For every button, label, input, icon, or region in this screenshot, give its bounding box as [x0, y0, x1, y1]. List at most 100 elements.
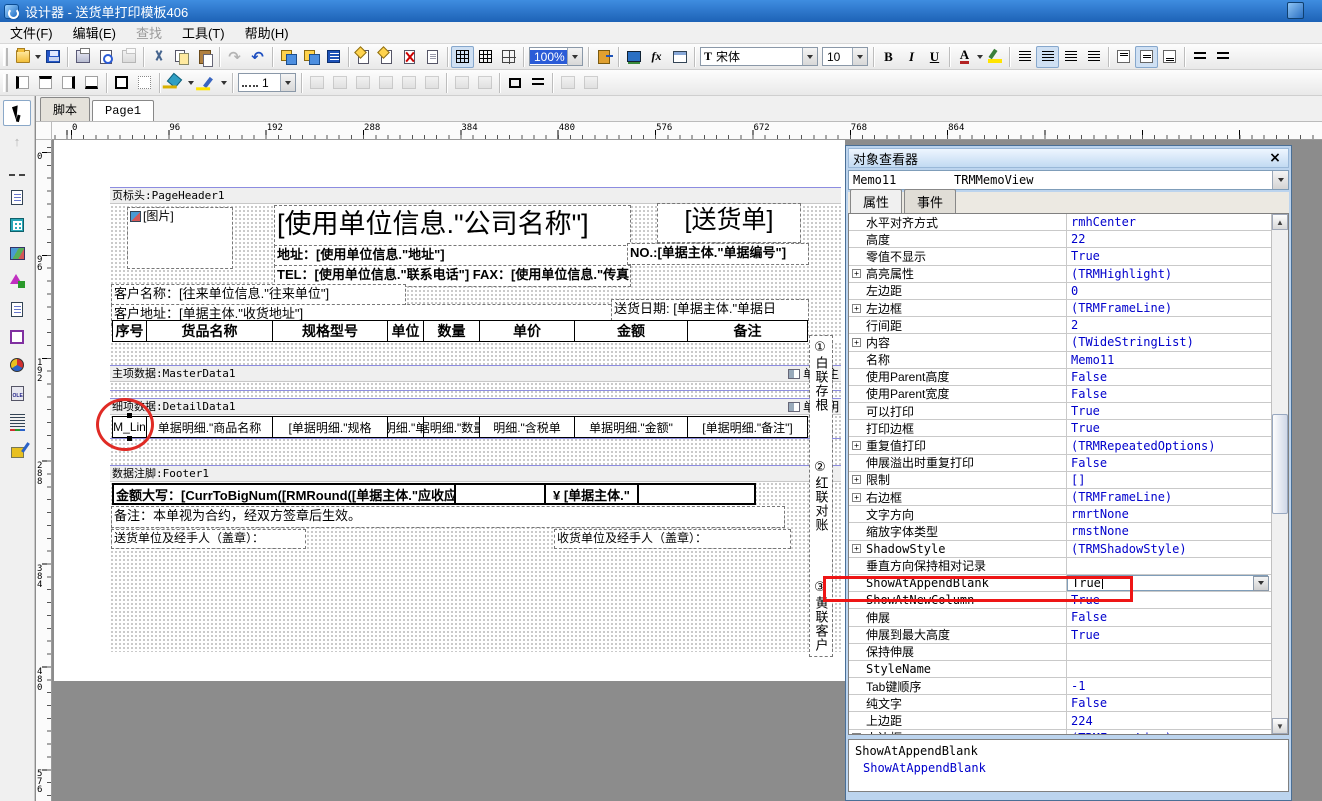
menu-item-文件F[interactable]: 文件(F) — [0, 21, 63, 44]
fill-color-icon[interactable] — [163, 72, 186, 94]
property-value[interactable]: True — [1067, 420, 1288, 436]
customer-name-memo[interactable]: 客户名称：[往来单位信息."往来单位"] — [112, 285, 405, 305]
scroll-down-icon[interactable]: ▼ — [1272, 718, 1288, 734]
chevron-down-icon[interactable] — [802, 48, 817, 65]
amount-cell[interactable] — [639, 483, 756, 505]
line-spacing-a-icon[interactable] — [1188, 46, 1211, 68]
property-value[interactable]: rmstNone — [1067, 523, 1288, 539]
property-value[interactable]: (TRMFrameLine) — [1067, 300, 1288, 316]
property-value[interactable]: -1 — [1067, 678, 1288, 694]
snap-to-grid-icon[interactable] — [474, 46, 497, 68]
dropdown-arrow-icon[interactable] — [221, 81, 227, 85]
property-row-ShadowStyle[interactable]: +ShadowStyle(TRMShadowStyle) — [849, 541, 1288, 558]
band-detaildata[interactable]: 细项数据:DetailData1 单据明 — [110, 398, 841, 415]
tab-脚本[interactable]: 脚本 — [40, 97, 90, 121]
amount-cell[interactable]: ¥ [单据主体." — [546, 483, 639, 505]
expand-icon[interactable]: + — [852, 733, 861, 735]
doc-no-memo[interactable]: NO.:[单据主体."单据编号"] — [628, 244, 808, 264]
send-to-back-icon[interactable] — [299, 46, 322, 68]
property-row-伸展溢出时重复打印[interactable]: 伸展溢出时重复打印False — [849, 455, 1288, 472]
chevron-down-icon[interactable] — [567, 48, 582, 65]
property-row-右边框[interactable]: +右边框(TRMFrameLine) — [849, 489, 1288, 506]
highlight-color-icon[interactable] — [983, 46, 1006, 68]
align-justify-icon[interactable] — [1082, 46, 1105, 68]
property-row-垂直方向保持相对记录[interactable]: 垂直方向保持相对记录 — [849, 558, 1288, 575]
amount-cell[interactable]: 金额大写：[CurrToBigNum([RMRound([单据主体."应收应付 — [112, 483, 456, 505]
show-grid-icon[interactable] — [451, 46, 474, 68]
frame-right-icon[interactable] — [57, 72, 80, 94]
image-placeholder[interactable]: [图片] — [128, 208, 232, 268]
underline-icon[interactable]: U — [923, 46, 946, 68]
valign-top-icon[interactable] — [1112, 46, 1135, 68]
draw-3d-icon[interactable] — [3, 436, 31, 462]
line-width-select[interactable]: 1 — [238, 73, 296, 92]
detail-cell[interactable]: 明细."含税单 — [480, 416, 575, 438]
frame-bottom-icon[interactable] — [80, 72, 103, 94]
property-row-打印边框[interactable]: 打印边框True — [849, 420, 1288, 437]
property-row-高亮属性[interactable]: +高亮属性(TRMHighlight) — [849, 266, 1288, 283]
amount-cell[interactable] — [456, 483, 546, 505]
design-page[interactable]: 页标头:PageHeader1 主项数据:MasterData1 单据主 细项数… — [54, 140, 845, 681]
form-editor-icon[interactable] — [668, 46, 691, 68]
detail-cell[interactable]: [单据明细."备注"] — [688, 416, 808, 438]
font-size-select[interactable]: 10 — [822, 47, 868, 66]
new-page-icon[interactable] — [375, 46, 398, 68]
table-header-cell[interactable]: 单位 — [388, 320, 424, 342]
print-preview-icon[interactable] — [94, 46, 117, 68]
remark-memo[interactable]: 备注：本单视为合约，经双方签章后生效。 — [112, 507, 784, 527]
memo-block-icon[interactable] — [3, 296, 31, 322]
property-value[interactable]: 22 — [1067, 231, 1288, 247]
property-row-零值不显示[interactable]: 零值不显示True — [849, 248, 1288, 265]
expand-icon[interactable]: + — [852, 441, 861, 450]
toolbar-grip[interactable] — [3, 74, 8, 92]
toolbar-grip[interactable] — [3, 48, 8, 66]
copy-strip-memo[interactable]: ①白联存根②红联对账③黄联客户 — [810, 336, 832, 656]
property-row-保持伸展[interactable]: 保持伸展 — [849, 644, 1288, 661]
color-lines-icon[interactable] — [3, 408, 31, 434]
align-left-icon[interactable] — [1013, 46, 1036, 68]
table-header-cell[interactable]: 数量 — [424, 320, 480, 342]
undo-icon[interactable]: ↶ — [246, 46, 269, 68]
menu-item-帮助H[interactable]: 帮助(H) — [235, 21, 299, 44]
property-row-上边框[interactable]: +上边框(TRMFrameLine) — [849, 730, 1288, 735]
valign-middle-icon[interactable] — [1135, 46, 1158, 68]
open-icon[interactable] — [11, 46, 34, 68]
property-value[interactable]: False — [1067, 369, 1288, 385]
help-property-link[interactable]: ShowAtAppendBlank — [863, 761, 1282, 775]
property-value[interactable]: (TWideStringList) — [1067, 334, 1288, 350]
scrollbar[interactable]: ▲ ▼ — [1271, 214, 1288, 734]
property-row-伸展[interactable]: 伸展False — [849, 609, 1288, 626]
property-value[interactable]: (TRMRepeatedOptions) — [1067, 437, 1288, 453]
detail-cell[interactable]: 据明细."数量 — [424, 416, 480, 438]
chevron-down-icon[interactable] — [852, 48, 867, 65]
chevron-down-icon[interactable] — [1272, 171, 1288, 189]
property-row-纯文字[interactable]: 纯文字False — [849, 695, 1288, 712]
detail-cell[interactable]: 单据明细."金额" — [575, 416, 688, 438]
address-memo[interactable]: 地址：[使用单位信息."地址"] — [275, 246, 630, 266]
bold-icon[interactable]: B — [877, 46, 900, 68]
property-row-内容[interactable]: +内容(TWideStringList) — [849, 334, 1288, 351]
shapes-icon[interactable] — [3, 268, 31, 294]
property-row-上边距[interactable]: 上边距224 — [849, 712, 1288, 729]
memo-text-icon[interactable] — [3, 184, 31, 210]
table-header-cell[interactable]: 序号 — [112, 320, 147, 342]
doc-title-memo[interactable]: [送货单] — [658, 204, 800, 242]
chart-pie-icon[interactable] — [3, 352, 31, 378]
property-row-左边距[interactable]: 左边距0 — [849, 283, 1288, 300]
property-row-伸展到最大高度[interactable]: 伸展到最大高度True — [849, 627, 1288, 644]
property-value[interactable]: (TRMHighlight) — [1067, 266, 1288, 282]
dropdown-arrow-icon[interactable] — [188, 81, 194, 85]
picture-icon[interactable] — [3, 240, 31, 266]
expand-icon[interactable]: + — [852, 304, 861, 313]
zoom-select[interactable]: 100% — [529, 47, 583, 66]
detail-cell[interactable]: [单据明细."规格 — [273, 416, 388, 438]
property-row-限制[interactable]: +限制[] — [849, 472, 1288, 489]
save-icon[interactable] — [41, 46, 64, 68]
property-value[interactable]: False — [1067, 695, 1288, 711]
property-value[interactable]: False — [1067, 455, 1288, 471]
property-row-水平对齐方式[interactable]: 水平对齐方式rmhCenter — [849, 214, 1288, 231]
property-value[interactable] — [1067, 644, 1288, 660]
property-value[interactable]: True — [1067, 248, 1288, 264]
chevron-down-icon[interactable] — [280, 74, 295, 91]
expand-icon[interactable]: + — [852, 475, 861, 484]
